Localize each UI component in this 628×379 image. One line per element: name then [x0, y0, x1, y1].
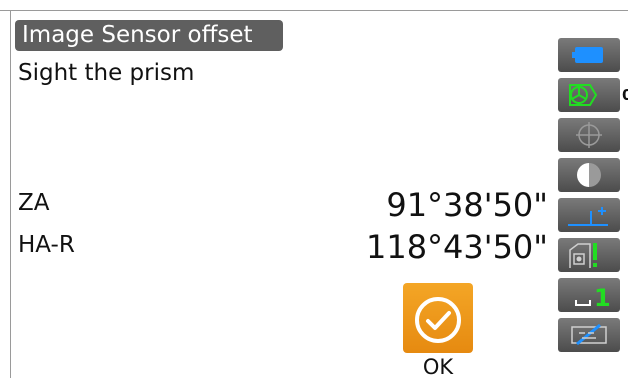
screen-frame-top: [0, 10, 628, 11]
prism-constant-value: 0: [622, 86, 628, 104]
input-mode-value: 1: [594, 284, 611, 312]
screen-title: Image Sensor offset: [15, 20, 283, 51]
prism-constant-button[interactable]: [558, 78, 620, 112]
keyboard-icon: [571, 323, 607, 346]
laser-icon: [568, 207, 608, 226]
contrast-icon: [577, 163, 601, 187]
tilt-icon: [576, 122, 602, 148]
tilt-button[interactable]: [558, 118, 620, 152]
battery-status-button[interactable]: [558, 38, 620, 72]
contrast-button[interactable]: [558, 158, 620, 192]
za-label: ZA: [18, 190, 50, 216]
ok-button[interactable]: [403, 283, 473, 353]
prism-constant-icon: [569, 84, 598, 106]
battery-icon: [572, 47, 603, 63]
input-mode-button[interactable]: 1: [558, 278, 620, 312]
keyboard-button[interactable]: [558, 318, 620, 352]
target-type-button[interactable]: [558, 238, 620, 272]
ha-r-value: 118°43'50": [365, 228, 548, 266]
input-mode-icon: 1: [575, 284, 611, 312]
laser-button[interactable]: [558, 198, 620, 232]
za-value: 91°38'50": [386, 186, 548, 224]
instruction-text: Sight the prism: [18, 60, 195, 86]
screen-frame-left: [10, 10, 11, 378]
check-circle-icon: [415, 297, 461, 343]
ha-r-label: HA-R: [18, 232, 75, 258]
ok-button-label: OK: [422, 355, 454, 379]
target-type-icon: [569, 243, 597, 268]
